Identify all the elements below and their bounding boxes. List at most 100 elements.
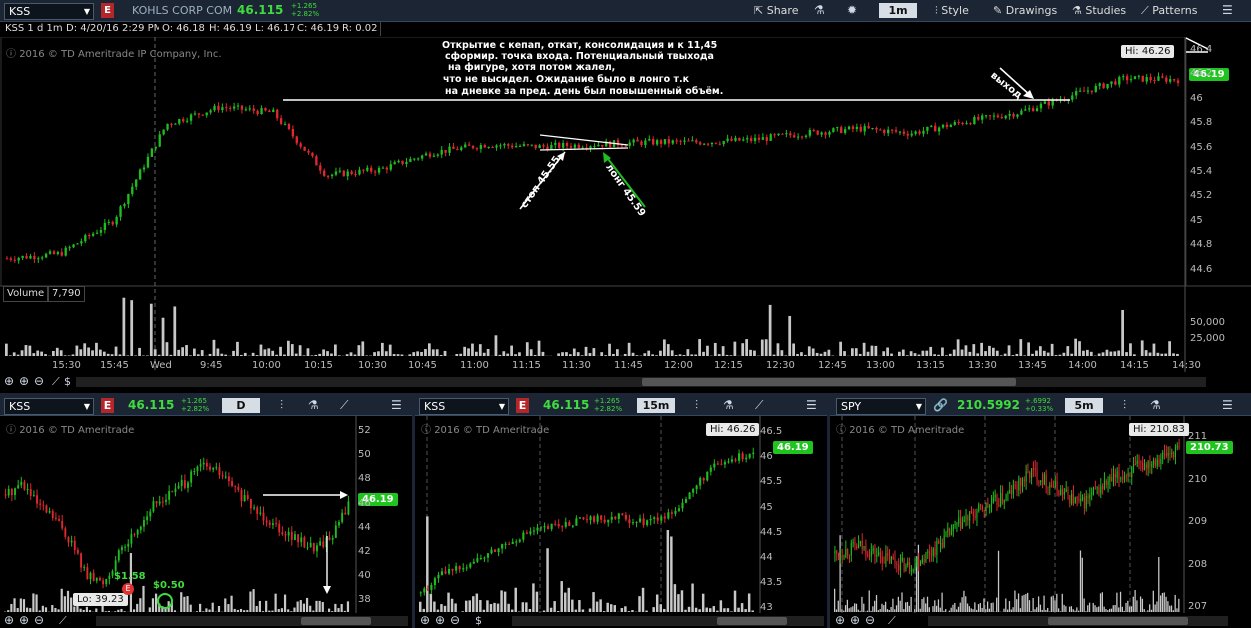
main-candle xyxy=(753,137,757,141)
flask-icon[interactable]: ⚗ xyxy=(814,3,825,18)
panel-3-volume-bar xyxy=(1050,596,1052,612)
panel-3-timeframe[interactable]: 5m xyxy=(1065,398,1103,413)
panel-3-volume-bar xyxy=(959,602,961,612)
panel-3-zoom-in-icon[interactable]: ⊕ xyxy=(850,613,860,628)
panel-3-candle xyxy=(1038,481,1040,483)
panel-3-link-icon[interactable]: 🔗 xyxy=(933,398,948,413)
panel-3-symbol-selector[interactable]: SPY ▼ xyxy=(836,398,926,415)
panel-2-volume-bar xyxy=(677,594,680,612)
style-button[interactable]: ⫶ Style xyxy=(935,3,969,18)
panel-3-scroll-thumb[interactable] xyxy=(1048,617,1188,625)
drawings-button[interactable]: ✎ Drawings xyxy=(993,3,1057,18)
panel-3-candle xyxy=(949,528,951,536)
panel-3-zoom-out-icon[interactable]: ⊖ xyxy=(865,613,875,628)
panel-1-patterns-icon[interactable]: ⟋ xyxy=(340,398,348,413)
main-candle xyxy=(80,241,83,244)
pan-icon[interactable]: ⟋ xyxy=(52,374,60,389)
panel-3-pan-icon[interactable]: ⟋ xyxy=(888,613,896,628)
panel-1-scroll-thumb[interactable] xyxy=(301,617,371,625)
menu-icon[interactable]: ☰ xyxy=(1222,3,1233,18)
panel-1-flask-icon[interactable]: ⚗ xyxy=(308,398,319,413)
panel-2-volume-bar xyxy=(546,548,549,612)
panel-2-patterns-icon[interactable]: ⟋ xyxy=(755,398,763,413)
timeframe-selector[interactable]: 1m xyxy=(879,3,917,18)
main-y-tick: 45.8 xyxy=(1190,117,1213,129)
panel-1-candle xyxy=(165,499,167,502)
main-volume-bar xyxy=(1140,340,1144,356)
panel-1-chart[interactable] xyxy=(0,416,412,613)
panel-3-candle xyxy=(952,524,954,531)
main-candle xyxy=(358,169,361,175)
panel-2-candle xyxy=(493,549,497,553)
studies-button[interactable]: ⚗ Studies xyxy=(1072,3,1126,18)
panel-1-zoom-out-icon[interactable]: ⊖ xyxy=(34,613,44,628)
panel-1-candle xyxy=(287,531,290,536)
panel-1-pan-icon[interactable]: ⟋ xyxy=(59,613,67,628)
share-icon: ⇱ xyxy=(754,4,767,17)
panel-1-menu-icon[interactable]: ☰ xyxy=(391,398,402,413)
main-x-tick: 12:30 xyxy=(766,360,795,371)
panel-1-candle xyxy=(155,501,158,504)
main-candle xyxy=(699,142,702,145)
panel-3-candle xyxy=(1127,473,1129,476)
main-candle xyxy=(765,137,768,141)
crosshair-icon[interactable]: ⊕ xyxy=(4,374,14,389)
panel-2-style-icon[interactable]: ⫶ xyxy=(695,398,698,413)
panel-1-volume-bar xyxy=(258,600,261,612)
panel-1-style-icon[interactable]: ⫶ xyxy=(280,398,283,413)
main-candle xyxy=(973,116,976,125)
dollar-icon[interactable]: $ xyxy=(64,374,71,389)
symbol-selector[interactable]: KSS ▼ xyxy=(4,3,94,20)
main-candle xyxy=(738,137,741,141)
panel-1-crosshair-icon[interactable]: ⊕ xyxy=(4,613,14,628)
panel-1-volume-bar xyxy=(120,608,123,612)
panel-1-zoom-in-icon[interactable]: ⊕ xyxy=(19,613,29,628)
panel-2-zoom-in-icon[interactable]: ⊕ xyxy=(435,613,445,628)
panel-3-candle xyxy=(1103,480,1105,489)
panel-2-dollar-icon[interactable]: $ xyxy=(475,613,482,628)
main-candle xyxy=(291,128,295,137)
panel-2-price: 46.115 xyxy=(543,398,590,412)
main-volume-bar xyxy=(980,342,983,356)
panel-2-volume-bar xyxy=(549,607,553,612)
panel-1-volume-bar xyxy=(79,608,82,612)
panel-1-timeframe[interactable]: D xyxy=(222,398,260,413)
main-candle xyxy=(185,120,189,122)
gear-icon[interactable]: ✹ xyxy=(847,3,857,18)
panel-2-scrollbar[interactable] xyxy=(512,616,824,626)
panel-2-candle xyxy=(628,519,631,524)
main-candle xyxy=(428,153,432,157)
main-x-tick: 10:30 xyxy=(358,360,387,371)
panel-3-menu-icon[interactable]: ☰ xyxy=(1222,398,1233,413)
panel-1-symbol-selector[interactable]: KSS ▼ xyxy=(4,398,94,415)
patterns-button[interactable]: ⟋ Patterns xyxy=(1141,3,1198,18)
panel-2-zoom-out-icon[interactable]: ⊖ xyxy=(450,613,460,628)
panel-2-scroll-thumb[interactable] xyxy=(717,617,787,625)
main-volume-bar xyxy=(612,353,615,356)
main-scroll-thumb[interactable] xyxy=(642,378,1016,386)
panel-3-change-abs: +.6992 xyxy=(1025,397,1051,405)
panel-2-menu-icon[interactable]: ☰ xyxy=(806,398,817,413)
panel-2-candle xyxy=(646,520,649,525)
panel-3-crosshair-icon[interactable]: ⊕ xyxy=(835,613,845,628)
zoom-out-icon[interactable]: ⊖ xyxy=(34,374,44,389)
panel-2-symbol-selector[interactable]: KSS ▼ xyxy=(419,398,509,415)
panel-2-volume-bar xyxy=(532,583,535,612)
zoom-in-icon[interactable]: ⊕ xyxy=(19,374,29,389)
main-candle xyxy=(569,146,573,148)
panel-2-timeframe[interactable]: 15m xyxy=(637,398,675,413)
panel-3-scrollbar[interactable] xyxy=(928,616,1228,626)
panel-2-candle xyxy=(702,478,705,481)
main-candle xyxy=(13,259,16,261)
main-volume-bar xyxy=(1086,349,1089,356)
panel-1-scrollbar[interactable] xyxy=(96,616,408,626)
info-range: R: 0.02 xyxy=(339,22,382,36)
panel-3-flask-icon[interactable]: ⚗ xyxy=(1150,398,1161,413)
share-button[interactable]: ⇱ Share xyxy=(754,3,798,18)
main-candle xyxy=(499,145,502,147)
panel-3-style-icon[interactable]: ⫶ xyxy=(1123,398,1126,413)
panel-1-volume-bar xyxy=(265,600,268,612)
panel-2-flask-icon[interactable]: ⚗ xyxy=(723,398,734,413)
panel-2-crosshair-icon[interactable]: ⊕ xyxy=(420,613,430,628)
main-scrollbar[interactable] xyxy=(76,377,1206,387)
